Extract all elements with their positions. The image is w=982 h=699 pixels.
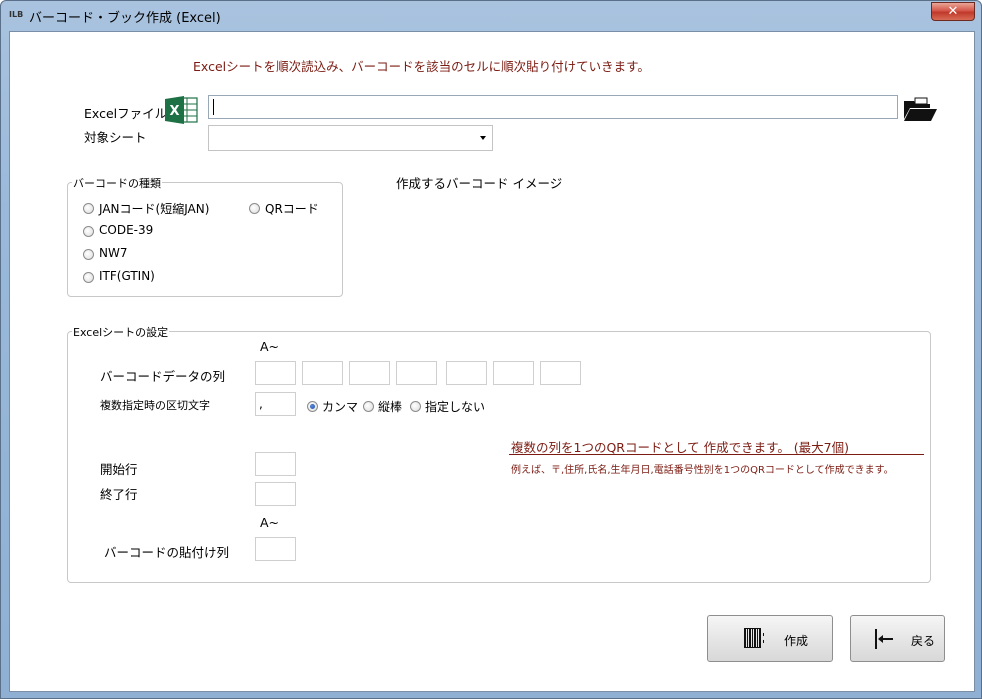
app-window: ILB バーコード・ブック作成 (Excel) ✕ Excelシートを順次読込み… bbox=[0, 0, 982, 699]
data-column-input-1[interactable] bbox=[255, 361, 296, 385]
column-prefix-label: A~ bbox=[260, 339, 280, 354]
radio-vertical-bar-label: 縦棒 bbox=[378, 400, 403, 414]
radio-nw7[interactable] bbox=[83, 249, 94, 260]
radio-comma-label: カンマ bbox=[322, 400, 359, 414]
title-bar[interactable]: ILB バーコード・ブック作成 (Excel) ✕ bbox=[1, 1, 981, 31]
window-title: バーコード・ブック作成 (Excel) bbox=[29, 11, 221, 26]
data-column-input-7[interactable] bbox=[540, 361, 581, 385]
separator-label: 複数指定時の区切文字 bbox=[100, 399, 210, 412]
separator-input[interactable]: , bbox=[255, 392, 296, 416]
text-caret bbox=[213, 99, 214, 115]
close-button[interactable]: ✕ bbox=[931, 2, 975, 21]
radio-itf-label: ITF(GTIN) bbox=[99, 269, 155, 283]
radio-comma[interactable] bbox=[307, 401, 318, 412]
start-row-label: 開始行 bbox=[100, 462, 138, 477]
folder-open-icon[interactable] bbox=[902, 95, 938, 123]
radio-none[interactable] bbox=[410, 401, 421, 412]
radio-code39-label: CODE-39 bbox=[99, 223, 154, 237]
paste-column-label: バーコードの貼付け列 bbox=[104, 545, 230, 560]
app-icon: ILB bbox=[9, 10, 24, 19]
radio-nw7-label: NW7 bbox=[99, 246, 128, 260]
client-area: Excelシートを順次読込み、バーコードを該当のセルに順次貼り付けていきます。 … bbox=[9, 31, 975, 692]
create-button[interactable]: 作成 bbox=[707, 615, 833, 662]
create-button-label: 作成 bbox=[784, 634, 809, 648]
chevron-down-icon bbox=[480, 136, 486, 140]
barcode-icon bbox=[744, 628, 764, 648]
start-row-input[interactable] bbox=[255, 452, 296, 476]
target-sheet-label: 対象シート bbox=[84, 130, 147, 145]
radio-jan-label: JANコード(短縮JAN) bbox=[99, 202, 210, 216]
radio-jan[interactable] bbox=[83, 203, 94, 214]
end-row-input[interactable] bbox=[255, 482, 296, 506]
radio-qr-label: QRコード bbox=[265, 202, 319, 216]
back-button-label: 戻る bbox=[911, 634, 936, 648]
radio-qr[interactable] bbox=[249, 203, 260, 214]
barcode-preview-label: 作成するバーコード イメージ bbox=[396, 176, 563, 191]
svg-text:X: X bbox=[169, 104, 179, 119]
paste-column-prefix-label: A~ bbox=[260, 515, 280, 530]
data-column-input-5[interactable] bbox=[446, 361, 487, 385]
target-sheet-select[interactable] bbox=[208, 125, 493, 151]
barcode-type-title: バーコードの種類 bbox=[72, 175, 162, 191]
back-button[interactable]: 戻る bbox=[850, 615, 945, 662]
exit-arrow-icon bbox=[875, 629, 893, 649]
barcode-data-column-label: バーコードデータの列 bbox=[100, 369, 226, 384]
end-row-label: 終了行 bbox=[100, 487, 138, 502]
excel-file-input[interactable] bbox=[208, 95, 898, 119]
radio-itf[interactable] bbox=[83, 272, 94, 283]
data-column-input-6[interactable] bbox=[493, 361, 534, 385]
excel-file-label: Excelファイル bbox=[84, 106, 168, 121]
intro-text: Excelシートを順次読込み、バーコードを該当のセルに順次貼り付けていきます。 bbox=[193, 59, 650, 74]
radio-code39[interactable] bbox=[83, 226, 94, 237]
paste-column-input[interactable] bbox=[255, 537, 296, 561]
note-underline bbox=[509, 454, 924, 455]
data-column-input-2[interactable] bbox=[302, 361, 343, 385]
excel-settings-title: Excelシートの設定 bbox=[72, 324, 170, 340]
excel-icon: X bbox=[165, 96, 198, 124]
data-column-input-4[interactable] bbox=[396, 361, 437, 385]
qr-example-note: 例えば、〒,住所,氏名,生年月日,電話番号性別を1つのQRコードとして作成できま… bbox=[511, 465, 894, 476]
radio-vertical-bar[interactable] bbox=[363, 401, 374, 412]
data-column-input-3[interactable] bbox=[349, 361, 390, 385]
radio-none-label: 指定しない bbox=[425, 400, 486, 414]
